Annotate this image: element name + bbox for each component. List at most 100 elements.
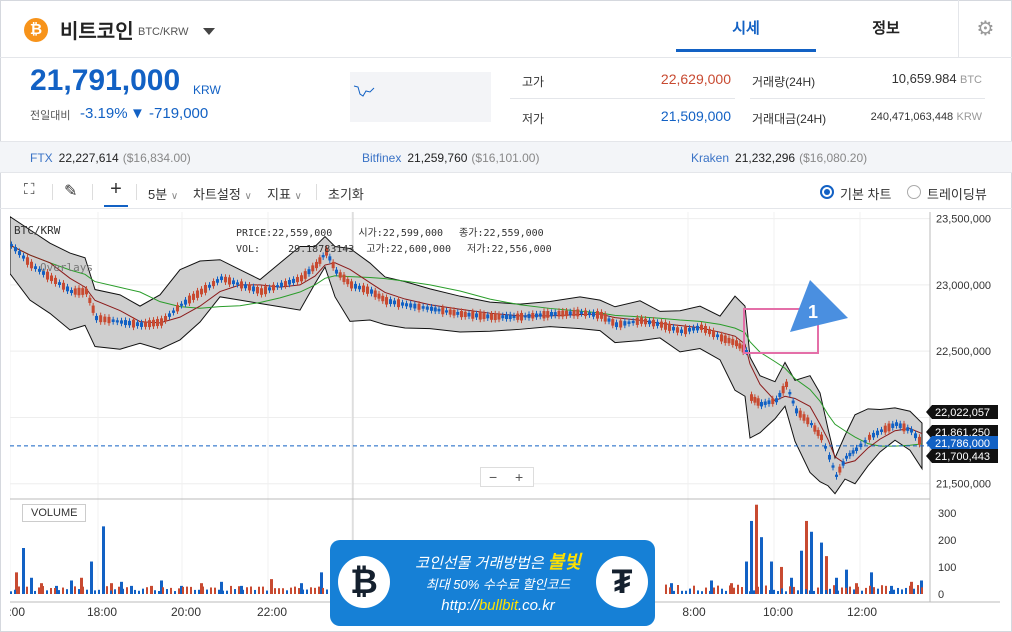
- reset-button[interactable]: 초기화: [328, 184, 364, 203]
- volume-bar: [770, 561, 773, 594]
- volume-label: 거래량(24H): [752, 75, 816, 89]
- gear-icon[interactable]: ⚙: [958, 0, 1012, 58]
- candle: [914, 433, 917, 439]
- candle: [872, 432, 875, 438]
- volume-bar: [785, 591, 787, 594]
- candle: [684, 326, 687, 335]
- interval-select[interactable]: 5분 ∨: [148, 184, 178, 203]
- high-value: 22,629,000: [660, 71, 731, 87]
- toolbar-divider: [52, 184, 53, 200]
- volume-bar: [198, 589, 200, 594]
- volume-bar: [873, 587, 875, 594]
- volume-bar: [102, 526, 105, 594]
- candle: [22, 255, 25, 259]
- volume-bar: [66, 589, 68, 594]
- tab-info[interactable]: 정보: [816, 0, 956, 52]
- candle: [712, 330, 715, 338]
- basic-chart-radio[interactable]: [820, 185, 834, 199]
- ad-brand: 불빛: [547, 552, 581, 572]
- candle: [366, 286, 369, 294]
- volume-bar: [821, 589, 823, 594]
- volume-bar: [745, 561, 748, 594]
- candle: [631, 320, 635, 324]
- candle: [493, 313, 497, 321]
- candle: [785, 381, 788, 388]
- candle: [385, 297, 388, 305]
- zoom-controls: − +: [480, 467, 534, 487]
- candle: [176, 305, 179, 312]
- volume-bar: [913, 588, 915, 594]
- low-value: 21,509,000: [660, 108, 731, 124]
- volume-bar: [705, 587, 707, 594]
- volume-bar: [669, 587, 671, 594]
- candle: [66, 286, 69, 292]
- candle: [248, 284, 251, 291]
- overlays-label: Overlays: [40, 261, 93, 274]
- tradingview-label[interactable]: 트레이딩뷰: [927, 184, 987, 203]
- volume-bar: [810, 531, 813, 594]
- candle: [381, 295, 385, 302]
- indicators-menu[interactable]: 지표 ∨: [267, 184, 302, 203]
- ad-line-2: 최대 50% 수수료 할인코드: [425, 577, 571, 592]
- candle: [10, 244, 13, 247]
- zoom-out-button[interactable]: −: [489, 469, 497, 485]
- candle: [200, 288, 203, 295]
- candle: [775, 398, 778, 403]
- exchange-name: FTX: [30, 151, 53, 165]
- fullscreen-icon[interactable]: ⛶: [24, 181, 35, 198]
- candle: [546, 311, 550, 318]
- candle: [918, 436, 921, 445]
- candle: [196, 290, 199, 298]
- coin-select-chevron-down-icon[interactable]: [203, 28, 215, 35]
- x-tick-label: 12:00: [847, 605, 877, 619]
- candle: [132, 319, 135, 328]
- candle: [778, 392, 782, 397]
- candle: [224, 276, 227, 283]
- volume-stat: 10,659.984 BTC: [850, 71, 982, 86]
- volume-bar: [310, 587, 312, 594]
- candle: [688, 327, 691, 332]
- tradingview-radio[interactable]: [907, 185, 921, 199]
- candle: [788, 391, 792, 395]
- candle: [358, 285, 361, 290]
- volume-bar: [869, 585, 871, 594]
- volume-bar: [805, 520, 808, 594]
- volume-bar: [298, 588, 300, 594]
- chart-settings-menu[interactable]: 차트설정 ∨: [193, 184, 252, 203]
- tab-market-price[interactable]: 시세: [676, 0, 816, 52]
- candle: [750, 394, 753, 401]
- candle: [34, 266, 37, 270]
- volume-bar: [733, 587, 735, 594]
- candle: [463, 311, 467, 318]
- candle: [731, 338, 735, 345]
- candle: [486, 314, 490, 319]
- candle: [232, 280, 235, 285]
- candle: [838, 466, 842, 473]
- candle: [307, 269, 311, 275]
- bullbit-ad-banner[interactable]: ₿ ₮ 코인선물 거래방법은 불빛 최대 50% 수수료 할인코드 http:/…: [330, 540, 655, 626]
- candle: [572, 310, 576, 317]
- crosshair-icon[interactable]: +: [104, 178, 128, 207]
- volume-bar: [801, 590, 803, 594]
- volume-bar: [110, 590, 112, 594]
- volume-bar: [134, 589, 136, 594]
- candle: [704, 325, 707, 333]
- volume-bar: [897, 587, 899, 594]
- candle: [164, 316, 167, 322]
- candle: [482, 313, 486, 320]
- volume-bar: [54, 588, 56, 594]
- volume-bar: [118, 586, 120, 594]
- zoom-in-button[interactable]: +: [515, 469, 523, 485]
- candle: [421, 306, 425, 309]
- volume-bar: [893, 589, 895, 594]
- candle: [212, 281, 215, 287]
- price-tag-label: 21,786,000: [935, 438, 990, 450]
- basic-chart-label[interactable]: 기본 차트: [840, 184, 891, 203]
- pencil-draw-icon[interactable]: ✎: [64, 181, 77, 201]
- candle: [430, 306, 433, 311]
- volume-bar: [294, 586, 296, 594]
- bitcoin-logo-icon: ₿: [338, 556, 390, 608]
- legend-price-label: PRICE:: [236, 228, 273, 239]
- candle: [831, 465, 835, 468]
- candle: [475, 313, 478, 318]
